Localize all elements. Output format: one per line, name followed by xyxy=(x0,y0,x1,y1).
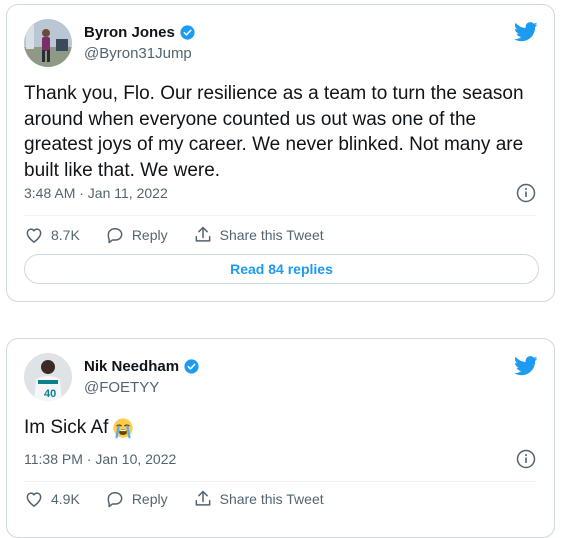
reply-label: Reply xyxy=(131,491,168,507)
user-handle[interactable]: @Byron31Jump xyxy=(84,45,192,62)
reply-icon xyxy=(107,228,123,244)
share-label: Share this Tweet xyxy=(219,491,324,507)
avatar[interactable] xyxy=(24,19,72,67)
like-button[interactable]: 8.7K xyxy=(24,225,80,245)
divider xyxy=(24,215,537,216)
divider xyxy=(24,481,537,482)
share-button[interactable]: Share this Tweet xyxy=(193,489,324,509)
tweet-text: Im Sick Af xyxy=(24,415,540,441)
tweet-timestamp[interactable]: 3:48 AM · Jan 11, 2022 xyxy=(24,185,168,201)
tweet-timestamp[interactable]: 11:38 PM · Jan 10, 2022 xyxy=(24,451,176,467)
like-count: 8.7K xyxy=(51,227,80,243)
tweet-card-nik-needham[interactable]: 40 Nik Needham @FOETYY Im Sick Af 11:38 … xyxy=(6,338,555,538)
tweet-actions: 8.7K Reply Share this Tweet xyxy=(24,225,324,245)
tweet-actions: 4.9K Reply Share this Tweet xyxy=(24,489,324,509)
twitter-bird-icon[interactable] xyxy=(514,356,538,376)
twitter-bird-icon[interactable] xyxy=(514,22,538,42)
reply-icon xyxy=(107,492,123,508)
verified-badge-icon xyxy=(180,25,195,40)
like-count: 4.9K xyxy=(51,491,80,507)
tweet-text: Thank you, Flo. Our resilience as a team… xyxy=(24,83,524,181)
heart-icon xyxy=(26,228,42,243)
reply-button[interactable]: Reply xyxy=(105,489,168,509)
like-button[interactable]: 4.9K xyxy=(24,489,80,509)
loudly-crying-face-icon xyxy=(113,418,134,439)
display-name[interactable]: Byron Jones xyxy=(84,24,175,41)
share-icon xyxy=(195,490,211,506)
avatar[interactable]: 40 xyxy=(24,353,72,401)
svg-text:40: 40 xyxy=(44,388,56,400)
read-replies-button[interactable]: Read 84 replies xyxy=(24,254,539,284)
verified-badge-icon xyxy=(184,359,199,374)
reply-label: Reply xyxy=(131,227,168,243)
info-icon[interactable] xyxy=(516,449,536,469)
user-handle[interactable]: @FOETYY xyxy=(84,379,159,396)
tweet-text-body: Im Sick Af xyxy=(24,417,109,438)
reply-button[interactable]: Reply xyxy=(105,225,168,245)
share-label: Share this Tweet xyxy=(219,227,324,243)
display-name[interactable]: Nik Needham xyxy=(84,358,179,375)
tweet-card-byron-jones[interactable]: Byron Jones @Byron31Jump Thank you, Flo.… xyxy=(6,4,555,302)
share-icon xyxy=(195,226,211,242)
share-button[interactable]: Share this Tweet xyxy=(193,225,324,245)
info-icon[interactable] xyxy=(516,183,536,203)
heart-icon xyxy=(26,492,42,507)
